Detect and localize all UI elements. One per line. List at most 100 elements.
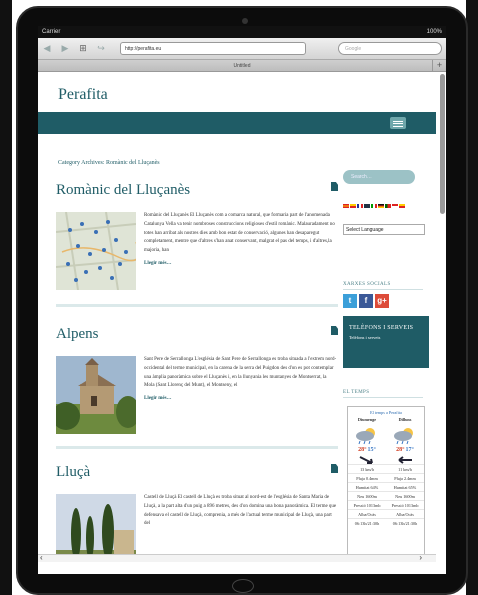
flag-icon[interactable] [378, 204, 384, 208]
flag-icon[interactable] [364, 204, 370, 208]
address-text: http://perafita.eu [125, 46, 162, 52]
horizontal-scrollbar[interactable]: ‹ › [38, 553, 436, 562]
background-edge-left [0, 0, 12, 595]
weather-times: 06:13h/21:30h [348, 518, 386, 527]
language-flags [343, 204, 415, 208]
phones-box[interactable]: TELÈFONS I SERVEIS Telèfons i serveis [343, 316, 429, 368]
read-more-link[interactable]: Llegir més… [144, 395, 338, 404]
site-title[interactable]: Perafita [38, 72, 446, 112]
new-tab-button[interactable]: + [432, 60, 446, 72]
post-divider [56, 446, 338, 449]
temp-high: 28° [358, 447, 367, 453]
read-more-link[interactable]: Llegir més… [144, 260, 338, 269]
castle-thumbnail[interactable] [56, 494, 136, 562]
weather-day-0: Diumenge 28° 15° 13 km/h Pluja 0.4mm Hum… [348, 417, 386, 527]
weather-header[interactable]: El temps a Perafita [348, 407, 424, 417]
church-thumbnail[interactable] [56, 356, 136, 434]
nav-bar [38, 112, 436, 134]
weather-humidity: Humitat 65% [386, 482, 424, 491]
share-icon[interactable]: ↪ [96, 44, 106, 54]
carrier-label: Carrier [42, 29, 61, 35]
post-title[interactable]: Lluçà [56, 464, 338, 481]
temperatures: 28° 15° [348, 447, 386, 453]
flag-icon[interactable] [371, 204, 377, 208]
battery-label: 100% [426, 29, 442, 35]
home-button[interactable] [232, 579, 254, 593]
weather-widget: El temps a Perafita Diumenge 28° 15° 13 … [347, 406, 425, 560]
excerpt-text: Romànic del Lluçanès El Lluçanès com a c… [144, 213, 335, 254]
browser-search-placeholder: Google [345, 46, 362, 52]
weather-humidity: Humitat 64% [348, 482, 386, 491]
scroll-left-icon[interactable]: ‹ [40, 553, 43, 562]
sidebar-search-input[interactable]: Search… [343, 170, 415, 184]
weather-snow: Neu 1600m [348, 491, 386, 500]
tab-bar: Untitled + [38, 60, 446, 72]
twitter-icon[interactable]: t [343, 294, 357, 308]
temp-high: 28° [396, 447, 405, 453]
rain-cloud-icon [356, 428, 375, 445]
screenshot-stage: Carrier 100% ◀ ▶ ⊞ ↪ http://perafita.eu … [0, 0, 478, 595]
post-1: Romànic del Lluçanès Romànic del Lluçanè… [56, 182, 338, 302]
web-page: Perafita Category Archives: Romànic del … [38, 72, 446, 562]
bookmarks-icon[interactable]: ⊞ [78, 44, 88, 54]
browser-toolbar: ◀ ▶ ⊞ ↪ http://perafita.eu Google [38, 38, 446, 60]
tablet-screen: Carrier 100% ◀ ▶ ⊞ ↪ http://perafita.eu … [38, 26, 446, 574]
post-3: Lluçà Castell de Lluçà El castell de Llu… [56, 464, 338, 562]
phones-title: TELÈFONS I SERVEIS [349, 325, 414, 331]
weather-times: 06:13h/21:30h [386, 518, 424, 527]
post-divider [56, 304, 338, 307]
back-arrow-icon[interactable]: ◀ [42, 44, 52, 54]
flag-icon[interactable] [357, 204, 363, 208]
menu-icon[interactable] [390, 117, 406, 129]
excerpt-text: Castell de Lluçà El castell de Lluçà es … [144, 495, 337, 527]
address-bar[interactable]: http://perafita.eu [120, 42, 306, 55]
scrollbar-thumb[interactable] [440, 74, 445, 214]
camera-dot [242, 18, 248, 24]
weather-sun: Alba/Ocàs [348, 509, 386, 518]
weather-sun: Alba/Ocàs [386, 509, 424, 518]
post-title[interactable]: Romànic del Lluçanès [56, 182, 338, 199]
google-plus-icon[interactable]: g+ [375, 294, 389, 308]
flag-icon[interactable] [399, 204, 405, 208]
flag-icon[interactable] [392, 204, 398, 208]
temperatures: 28° 17° [386, 447, 424, 453]
post-2: Alpens Sant Pere de Serrallonga L'esglés… [56, 326, 338, 446]
language-select[interactable]: Select Language [343, 224, 425, 235]
weather-rain: Pluja 0.4mm [348, 473, 386, 482]
post-excerpt: Sant Pere de Serrallonga L'església de S… [144, 356, 338, 404]
flag-icon[interactable] [350, 204, 356, 208]
post-title[interactable]: Alpens [56, 326, 338, 343]
browser-search-field[interactable]: Google [338, 42, 442, 55]
social-heading: XARXES SOCIALS [343, 282, 423, 290]
weather-day-name: Diumenge [357, 417, 377, 422]
weather-snow: Neu 1600m [386, 491, 424, 500]
facebook-icon[interactable]: f [359, 294, 373, 308]
weather-day-1: Dilluns 28° 17° 11 km/h Pluja 2.4mm Humi… [386, 417, 424, 527]
temp-low: 15° [367, 447, 376, 453]
temp-low: 17° [405, 447, 414, 453]
weather-pressure: Pressió 1013mb [348, 500, 386, 509]
weather-pressure: Pressió 1013mb [386, 500, 424, 509]
post-excerpt: Romànic del Lluçanès El Lluçanès com a c… [144, 212, 338, 269]
map-thumbnail[interactable] [56, 212, 136, 290]
tab-title[interactable]: Untitled [234, 63, 251, 69]
phones-link[interactable]: Telèfons i serveis [349, 335, 423, 340]
weather-rain: Pluja 2.4mm [386, 473, 424, 482]
weather-heading: EL TEMPS [343, 390, 423, 398]
weather-day-name: Dilluns [398, 417, 412, 422]
wind-arrow-icon [398, 456, 412, 464]
flag-icon[interactable] [343, 204, 349, 208]
wind-arrow-icon [359, 456, 373, 464]
tablet-frame: Carrier 100% ◀ ▶ ⊞ ↪ http://perafita.eu … [16, 6, 468, 595]
flag-icon[interactable] [385, 204, 391, 208]
rain-cloud-icon [394, 428, 413, 445]
weather-wind: 11 km/h [386, 464, 424, 473]
weather-columns: Diumenge 28° 15° 13 km/h Pluja 0.4mm Hum… [348, 417, 424, 527]
scroll-right-icon[interactable]: › [419, 553, 422, 562]
sidebar-search-placeholder: Search… [351, 174, 372, 180]
forward-arrow-icon[interactable]: ▶ [60, 44, 70, 54]
vertical-scrollbar[interactable] [436, 72, 446, 562]
weather-wind: 13 km/h [348, 464, 386, 473]
category-heading: Category Archives: Romànic del Lluçanès [58, 160, 160, 166]
post-excerpt: Castell de Lluçà El castell de Lluçà es … [144, 494, 338, 529]
